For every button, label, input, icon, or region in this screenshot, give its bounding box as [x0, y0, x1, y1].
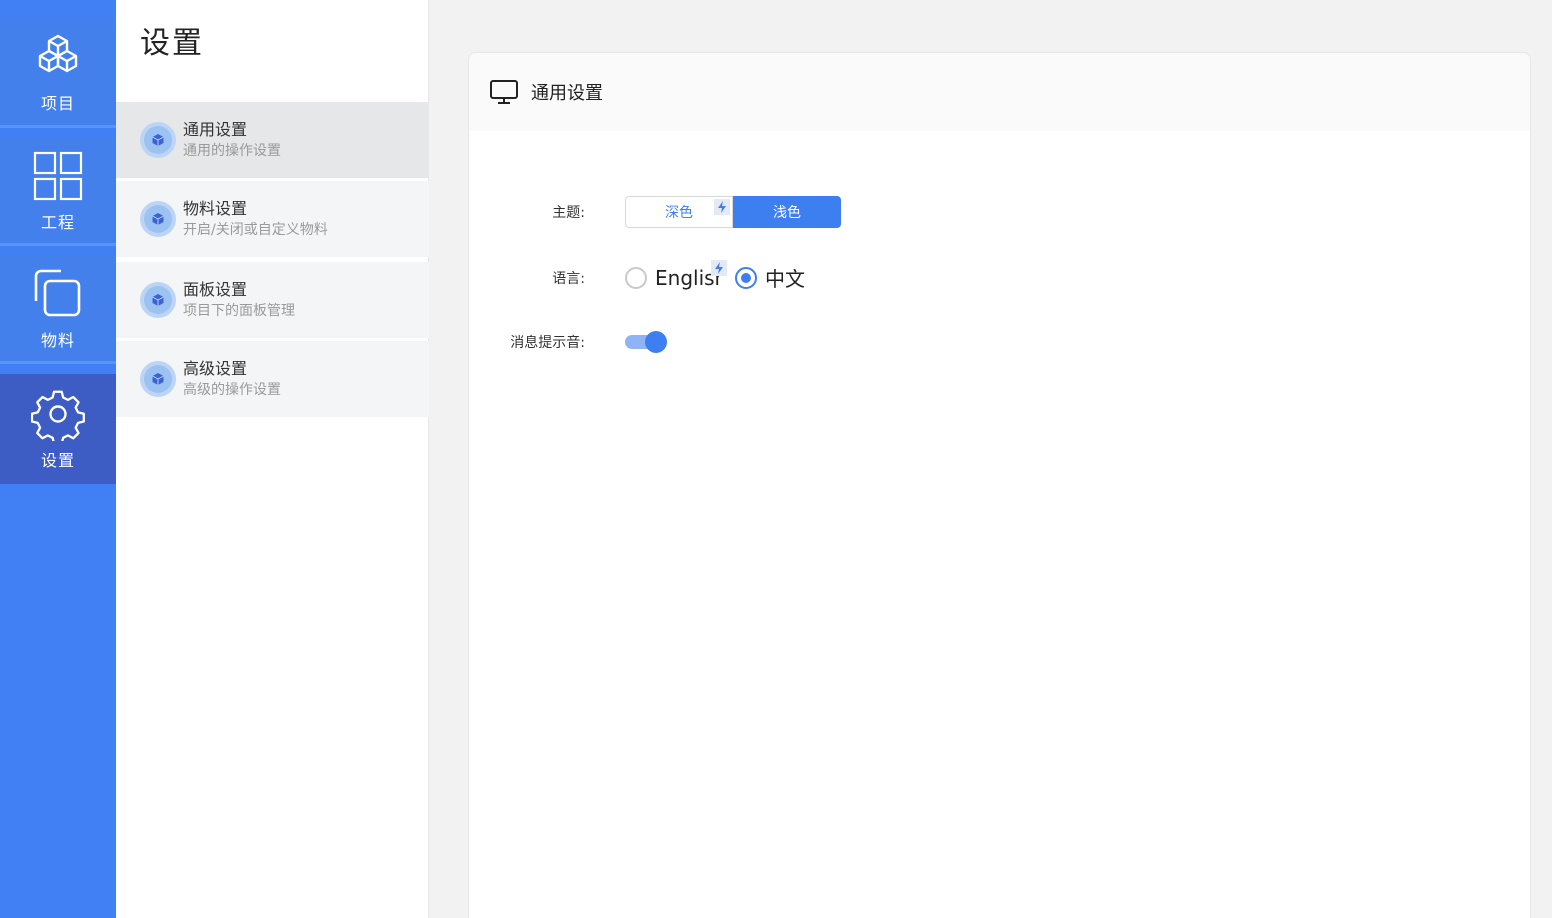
rail-label-settings: 设置	[40, 451, 75, 470]
cube-icon	[152, 294, 164, 306]
card-title: 通用设置	[531, 83, 603, 104]
copy-icon	[34, 269, 81, 316]
rail-item-settings[interactable]: 设置	[0, 374, 116, 484]
menu-item-name: 面板设置	[183, 280, 248, 299]
rail-label-project: 项目	[40, 93, 75, 113]
cube-icon	[152, 134, 164, 146]
theme-light-label: 浅色	[773, 205, 801, 221]
sound-row: 消息提示音:	[469, 331, 667, 353]
bolt-icon	[711, 259, 727, 276]
cube-icon	[152, 213, 164, 225]
menu-badge	[140, 282, 176, 318]
nav-rail: 项目 工程 物料 设置	[0, 0, 116, 918]
language-radio-group: English 中文	[625, 259, 819, 292]
menu-item-advanced[interactable]: 高级设置 高级的操作设置	[116, 341, 429, 417]
theme-light-button[interactable]: 浅色	[733, 196, 841, 228]
rail-item-project[interactable]: 项目	[0, 18, 116, 128]
rail-item-material[interactable]: 物料	[0, 256, 116, 364]
settings-card: 通用设置 主题: 深色 浅色 语言: English 中文 消息提示音:	[468, 52, 1531, 918]
rail-label-material: 物料	[40, 330, 75, 350]
menu-item-general[interactable]: 通用设置 通用的操作设置	[116, 102, 429, 178]
sound-toggle[interactable]	[625, 331, 667, 353]
menu-item-material[interactable]: 物料设置 开启/关闭或自定义物料	[116, 181, 429, 257]
menu-item-panel[interactable]: 面板设置 项目下的面板管理	[116, 262, 429, 338]
language-label: 语言:	[552, 270, 585, 287]
theme-dark-label: 深色	[665, 205, 693, 221]
radio-circle[interactable]	[625, 266, 647, 289]
toggle-knob	[645, 331, 667, 353]
theme-dark-button[interactable]: 深色	[625, 196, 733, 228]
page-title: 设置	[140, 26, 204, 61]
menu-badge	[140, 201, 176, 237]
menu-item-name: 高级设置	[183, 359, 248, 378]
menu-item-name: 物料设置	[183, 199, 248, 218]
menu-badge	[140, 122, 176, 158]
menu-item-desc: 高级的操作设置	[183, 382, 281, 398]
language-option-chinese: 中文	[765, 267, 805, 291]
settings-menu: 设置 通用设置 通用的操作设置 物料设置 开启/关闭或自定义物料 面板设置 项目…	[116, 0, 429, 918]
sound-label: 消息提示音:	[510, 335, 585, 351]
rail-item-engineering[interactable]: 工程	[0, 138, 116, 246]
language-radio-chinese[interactable]: 中文	[735, 263, 805, 292]
grid-icon	[33, 151, 83, 200]
menu-item-desc: 开启/关闭或自定义物料	[183, 222, 328, 238]
gear-icon	[31, 390, 85, 441]
cubes-icon	[38, 34, 78, 72]
language-row: 语言: English 中文	[469, 259, 819, 292]
menu-item-desc: 项目下的面板管理	[183, 303, 295, 319]
menu-item-name: 通用设置	[183, 120, 248, 139]
theme-segmented: 深色 浅色	[625, 196, 841, 228]
language-radio-english[interactable]: English	[625, 259, 727, 290]
theme-label: 主题:	[552, 205, 585, 221]
menu-badge	[140, 361, 176, 397]
card-header: 通用设置	[469, 53, 1530, 131]
bolt-icon	[714, 199, 730, 215]
monitor-icon	[490, 80, 518, 104]
cube-icon	[152, 373, 164, 385]
radio-circle[interactable]	[735, 266, 757, 289]
theme-row: 主题: 深色 浅色	[469, 196, 841, 228]
rail-label-engineering: 工程	[40, 212, 75, 232]
menu-item-desc: 通用的操作设置	[183, 143, 281, 159]
